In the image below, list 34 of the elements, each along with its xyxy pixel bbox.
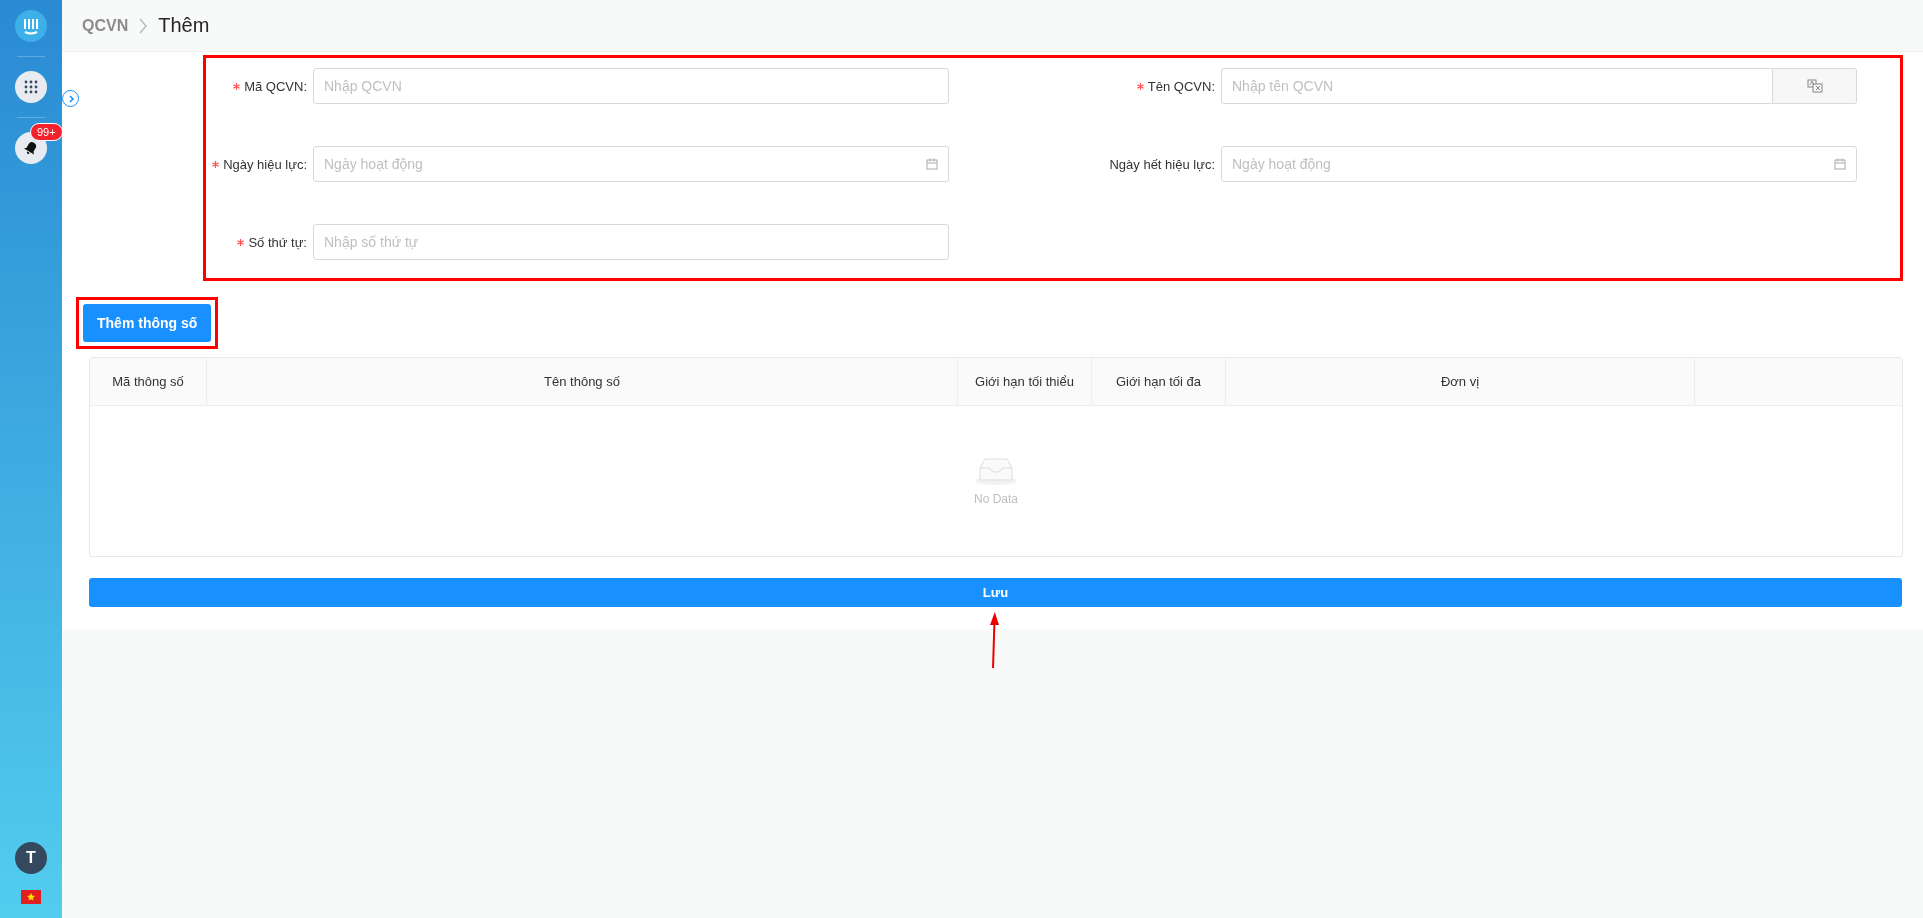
required-icon (233, 82, 241, 90)
chevron-icon (138, 17, 149, 34)
field-label: Ngày hiệu lực: (223, 156, 307, 172)
date-field[interactable]: Ngày hoạt động (313, 146, 949, 182)
column-header: Giới hạn tối thiểu (958, 358, 1092, 405)
field-label: Ngày hết hiệu lực: (1109, 156, 1215, 172)
input-field[interactable]: Nhập QCVN (313, 68, 949, 104)
apps-grid-icon[interactable] (15, 71, 47, 103)
logo-icon[interactable] (15, 10, 47, 42)
field-label: Mã QCVN: (244, 78, 307, 94)
notification-badge: 99+ (30, 123, 63, 141)
required-icon (212, 160, 220, 168)
empty-text: No Data (974, 492, 1018, 506)
required-icon (1136, 82, 1144, 90)
annotation-arrow (987, 611, 1001, 669)
required-icon (237, 238, 245, 246)
input-field[interactable]: Nhập tên QCVN (1221, 68, 1773, 104)
calendar-icon (926, 158, 938, 170)
field-label: Số thứ tự: (248, 234, 307, 250)
add-parameter-button[interactable]: Thêm thông số (83, 304, 212, 342)
field-label: Tên QCVN: (1147, 78, 1215, 94)
empty-inbox-icon (974, 456, 1018, 486)
column-header: Đơn vị (1226, 358, 1695, 405)
date-field[interactable]: Ngày hoạt động (1221, 146, 1857, 182)
breadcrumb-link[interactable]: QCVN (82, 16, 129, 35)
calendar-icon (1834, 158, 1846, 170)
save-button[interactable]: Lưu (89, 578, 1902, 607)
input-field[interactable]: Nhập số thứ tự (313, 224, 949, 260)
column-header: Tên thông số (207, 358, 958, 405)
column-header: Giới hạn tối đa (1092, 358, 1226, 405)
flag-icon[interactable] (21, 890, 41, 904)
user-avatar[interactable]: T (15, 842, 47, 874)
page-title: Thêm (158, 14, 210, 37)
column-header: Mã thông số (90, 358, 207, 405)
